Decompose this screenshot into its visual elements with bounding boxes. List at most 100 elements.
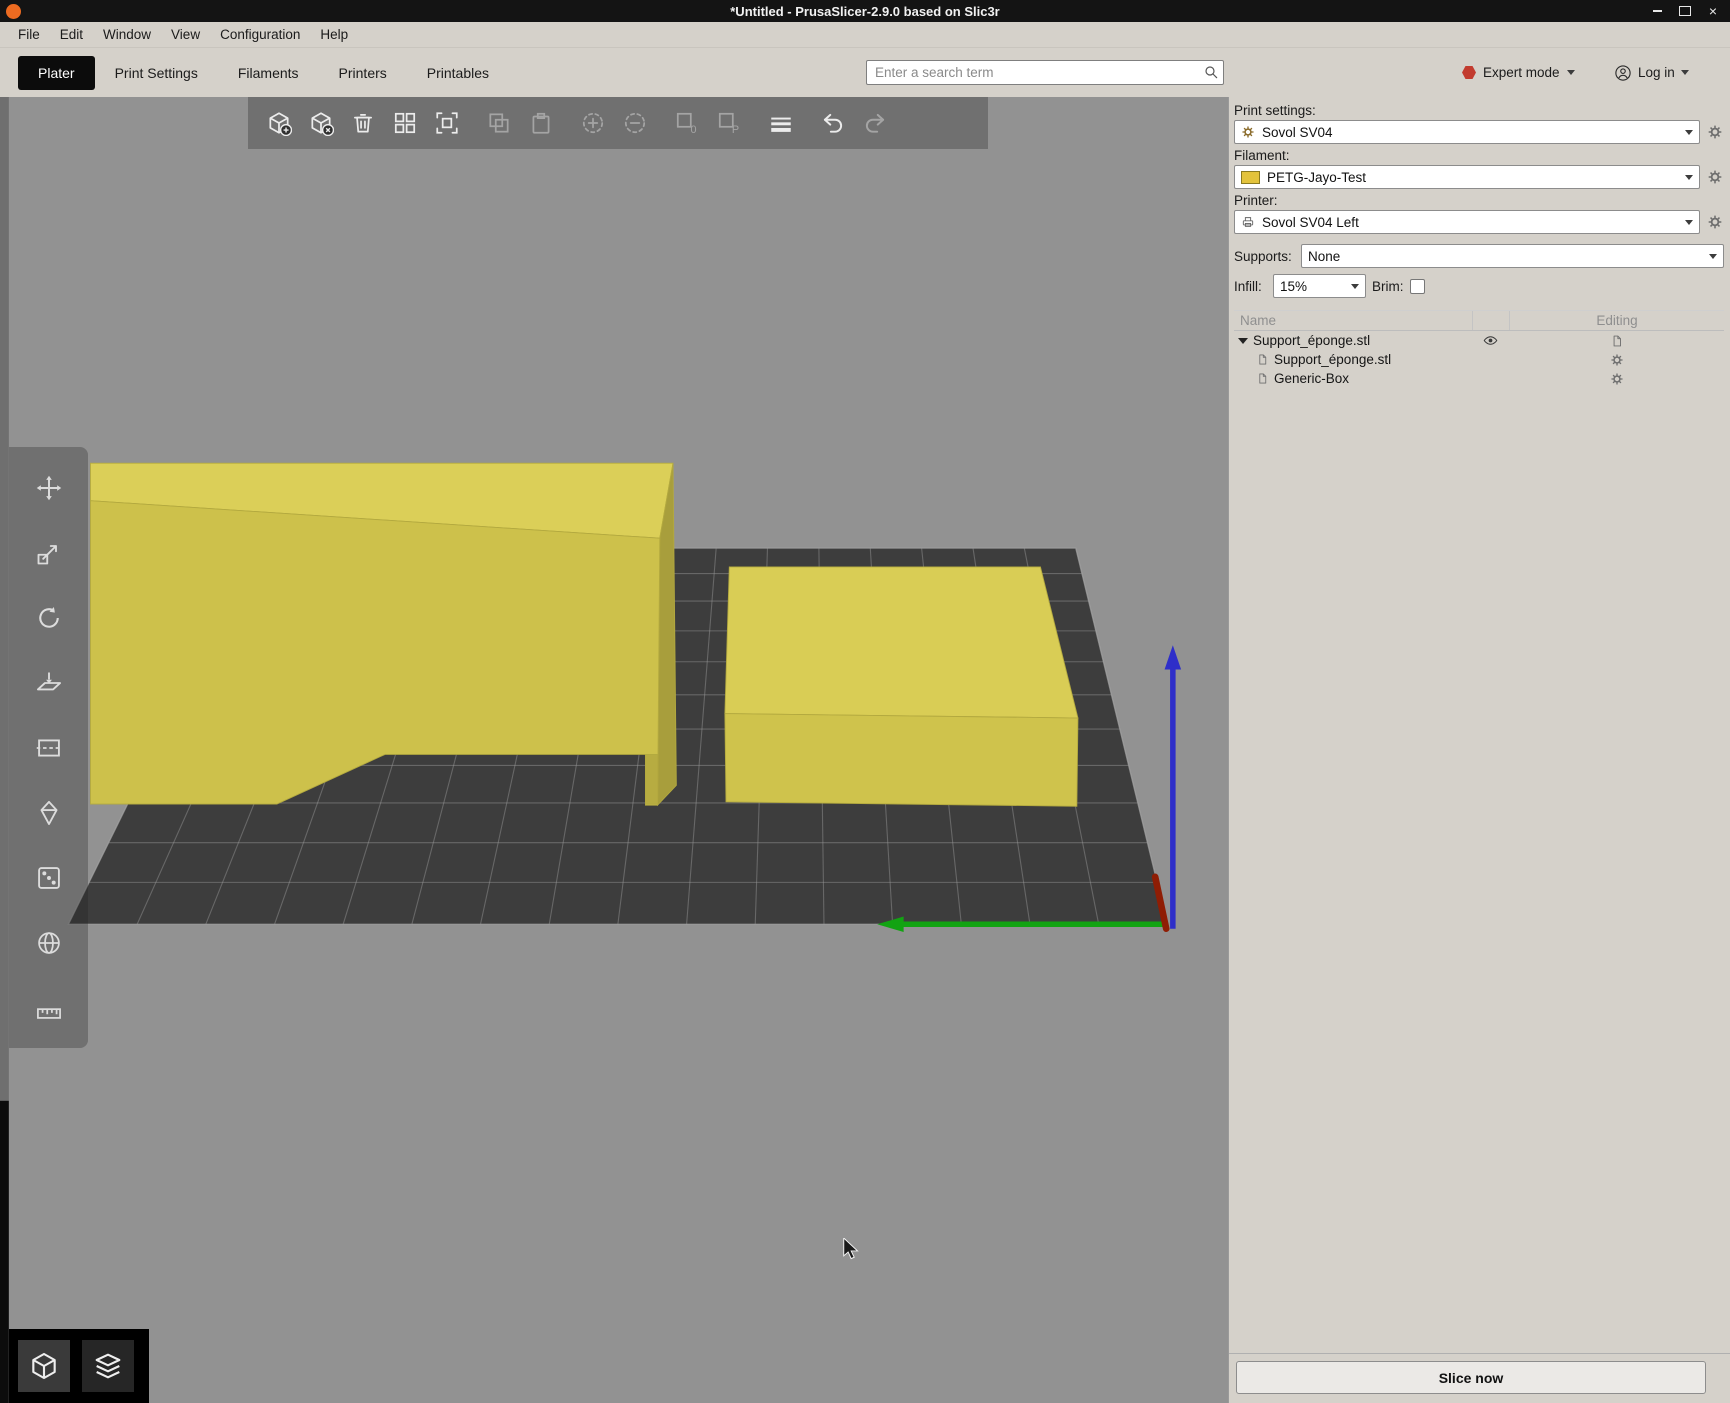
window-controls: × bbox=[1650, 4, 1730, 18]
mmu-paint-tool-button[interactable] bbox=[26, 920, 72, 966]
delete-object-button[interactable] bbox=[300, 101, 342, 145]
filament-gear-button[interactable] bbox=[1706, 168, 1724, 186]
object-row-label: Support_éponge.stl bbox=[1274, 352, 1392, 367]
object-row-child[interactable]: Support_éponge.stl bbox=[1234, 350, 1724, 369]
chevron-down-icon bbox=[1685, 219, 1693, 225]
object-settings-icon[interactable] bbox=[1610, 334, 1624, 348]
redo-button[interactable] bbox=[854, 101, 896, 145]
scale-tool-button[interactable] bbox=[26, 530, 72, 576]
paint-supports-tool-button[interactable] bbox=[26, 790, 72, 836]
menu-edit[interactable]: Edit bbox=[50, 22, 93, 48]
editor-view-button[interactable] bbox=[18, 1340, 70, 1392]
move-tool-button[interactable] bbox=[26, 465, 72, 511]
rotate-tool-button[interactable] bbox=[26, 595, 72, 641]
split-to-objects-button[interactable] bbox=[666, 101, 708, 145]
infill-combo[interactable]: 15% bbox=[1273, 274, 1366, 298]
chevron-down-icon bbox=[1709, 253, 1717, 259]
search-input[interactable] bbox=[866, 60, 1224, 85]
menu-window[interactable]: Window bbox=[93, 22, 161, 48]
print-settings-preset-icon bbox=[1241, 125, 1255, 139]
print-settings-combo[interactable]: Sovol SV04 bbox=[1234, 120, 1700, 144]
printer-row: Sovol SV04 Left bbox=[1234, 210, 1724, 234]
left-edge-strip-bottom bbox=[0, 1100, 9, 1403]
infill-row: Infill: 15% Brim: bbox=[1234, 274, 1724, 298]
paste-button[interactable] bbox=[520, 101, 562, 145]
menu-view[interactable]: View bbox=[161, 22, 210, 48]
preview-view-button[interactable] bbox=[82, 1340, 134, 1392]
cut-tool-button[interactable] bbox=[26, 725, 72, 771]
chevron-down-icon bbox=[1680, 70, 1689, 75]
arrange-button[interactable] bbox=[384, 101, 426, 145]
eye-icon[interactable] bbox=[1483, 333, 1498, 348]
slice-now-button[interactable]: Slice now bbox=[1236, 1361, 1706, 1394]
print-settings-value: Sovol SV04 bbox=[1262, 124, 1333, 140]
object-row-label: Support_éponge.stl bbox=[1253, 333, 1371, 348]
tab-print-settings[interactable]: Print Settings bbox=[95, 56, 218, 90]
tab-filaments[interactable]: Filaments bbox=[218, 56, 319, 90]
maximize-button-icon[interactable] bbox=[1678, 4, 1692, 18]
arrange-bed-icon bbox=[434, 110, 460, 136]
object-3d-support-eponge[interactable] bbox=[90, 462, 677, 807]
menu-file[interactable]: File bbox=[8, 22, 50, 48]
filament-combo[interactable]: PETG-Jayo-Test bbox=[1234, 165, 1700, 189]
infill-label: Infill: bbox=[1234, 278, 1262, 294]
close-button-icon[interactable]: × bbox=[1706, 4, 1720, 18]
title-bar: *Untitled - PrusaSlicer-2.9.0 based on S… bbox=[0, 0, 1730, 22]
print-settings-gear-button[interactable] bbox=[1706, 123, 1724, 141]
view-switcher bbox=[9, 1329, 149, 1403]
redo-icon bbox=[862, 110, 888, 136]
tab-printers[interactable]: Printers bbox=[319, 56, 407, 90]
minimize-button-icon[interactable] bbox=[1650, 4, 1664, 18]
object-row-child[interactable]: Generic-Box bbox=[1234, 369, 1724, 388]
minus-circle-icon bbox=[622, 110, 648, 136]
paste-icon bbox=[528, 110, 554, 136]
plater-top-toolbar bbox=[248, 97, 988, 149]
gizmo-toolbar bbox=[9, 447, 88, 1048]
move-icon bbox=[35, 474, 63, 502]
gear-icon bbox=[1707, 124, 1723, 140]
viewport-3d[interactable] bbox=[0, 97, 1228, 1403]
gear-icon[interactable] bbox=[1610, 353, 1624, 367]
search-icon bbox=[1203, 64, 1219, 80]
column-editing: Editing bbox=[1509, 311, 1724, 330]
printer-combo[interactable]: Sovol SV04 Left bbox=[1234, 210, 1700, 234]
place-on-face-tool-button[interactable] bbox=[26, 660, 72, 706]
tab-plater[interactable]: Plater bbox=[18, 55, 95, 90]
cut-icon bbox=[35, 734, 63, 762]
object-3d-generic-box[interactable] bbox=[724, 566, 1079, 807]
decrease-instances-button[interactable] bbox=[614, 101, 656, 145]
object-row-parent[interactable]: Support_éponge.stl bbox=[1234, 331, 1724, 350]
arrange-bed-button[interactable] bbox=[426, 101, 468, 145]
expand-triangle-icon[interactable] bbox=[1238, 337, 1248, 344]
undo-icon bbox=[820, 110, 846, 136]
copy-button[interactable] bbox=[478, 101, 520, 145]
gear-icon bbox=[1707, 169, 1723, 185]
add-object-button[interactable] bbox=[258, 101, 300, 145]
mode-label: Expert mode bbox=[1483, 65, 1560, 80]
mode-selector[interactable]: Expert mode bbox=[1462, 60, 1575, 85]
menu-help[interactable]: Help bbox=[310, 22, 358, 48]
gear-icon[interactable] bbox=[1610, 372, 1624, 386]
filament-color-swatch bbox=[1241, 170, 1260, 184]
print-settings-label: Print settings: bbox=[1234, 103, 1316, 118]
delete-all-button[interactable] bbox=[342, 101, 384, 145]
login-control[interactable]: Log in bbox=[1614, 60, 1689, 85]
menu-configuration[interactable]: Configuration bbox=[210, 22, 310, 48]
increase-instances-button[interactable] bbox=[572, 101, 614, 145]
measure-tool-button[interactable] bbox=[26, 985, 72, 1031]
printer-gear-button[interactable] bbox=[1706, 213, 1724, 231]
supports-combo[interactable]: None bbox=[1301, 244, 1724, 268]
menu-bar: File Edit Window View Configuration Help bbox=[0, 22, 1730, 48]
chevron-down-icon bbox=[1566, 70, 1575, 75]
trash-icon bbox=[350, 110, 376, 136]
copy-icon bbox=[486, 110, 512, 136]
tab-bar: Plater Print Settings Filaments Printers… bbox=[0, 48, 1730, 97]
split-objects-icon bbox=[674, 110, 700, 136]
supports-value: None bbox=[1308, 248, 1341, 264]
undo-button[interactable] bbox=[812, 101, 854, 145]
seam-tool-button[interactable] bbox=[26, 855, 72, 901]
brim-checkbox[interactable] bbox=[1409, 278, 1425, 294]
tab-printables[interactable]: Printables bbox=[407, 56, 509, 90]
variable-layer-height-button[interactable] bbox=[760, 101, 802, 145]
split-to-parts-button[interactable] bbox=[708, 101, 750, 145]
